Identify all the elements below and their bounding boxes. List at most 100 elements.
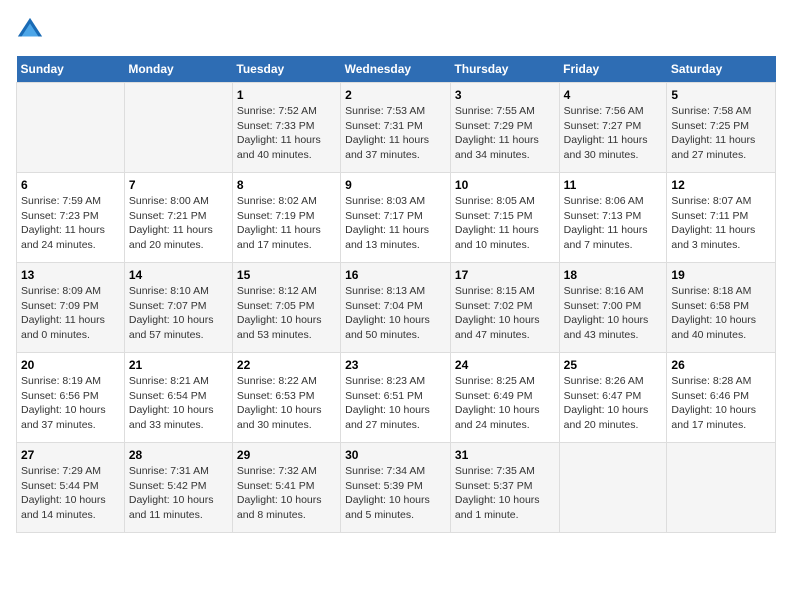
calendar-week-row: 27 Sunrise: 7:29 AMSunset: 5:44 PMDayligh… — [17, 443, 776, 533]
calendar-cell: 19Sunrise: 8:18 AMSunset: 6:58 PMDayligh… — [667, 263, 776, 353]
day-info: Sunrise: 8:00 AMSunset: 7:21 PMDaylight:… — [129, 194, 228, 253]
calendar-week-row: 20 Sunrise: 8:19 AMSunset: 6:56 PMDayligh… — [17, 353, 776, 443]
calendar-cell: 27 Sunrise: 7:29 AMSunset: 5:44 PMDayligh… — [17, 443, 125, 533]
calendar-cell: 13 Sunrise: 8:09 AMSunset: 7:09 PMDayligh… — [17, 263, 125, 353]
day-info: Sunrise: 7:55 AMSunset: 7:29 PMDaylight:… — [455, 104, 555, 163]
logo-icon — [16, 16, 44, 44]
day-number: 9 — [345, 178, 446, 192]
calendar-cell — [17, 83, 125, 173]
day-info: Sunrise: 8:07 AMSunset: 7:11 PMDaylight:… — [671, 194, 771, 253]
day-info: Sunrise: 8:03 AMSunset: 7:17 PMDaylight:… — [345, 194, 446, 253]
calendar-cell: 8 Sunrise: 8:02 AMSunset: 7:19 PMDaylight… — [232, 173, 340, 263]
calendar-cell: 2 Sunrise: 7:53 AMSunset: 7:31 PMDaylight… — [341, 83, 451, 173]
day-info: Sunrise: 8:05 AMSunset: 7:15 PMDaylight:… — [455, 194, 555, 253]
calendar-cell: 24 Sunrise: 8:25 AMSunset: 6:49 PMDayligh… — [450, 353, 559, 443]
day-info: Sunrise: 8:19 AMSunset: 6:56 PMDaylight:… — [21, 374, 120, 433]
day-number: 20 — [21, 358, 120, 372]
day-info: Sunrise: 7:32 AMSunset: 5:41 PMDaylight:… — [237, 464, 336, 523]
day-number: 11 — [564, 178, 663, 192]
calendar-cell: 12Sunrise: 8:07 AMSunset: 7:11 PMDayligh… — [667, 173, 776, 263]
day-number: 1 — [237, 88, 336, 102]
day-number: 27 — [21, 448, 120, 462]
calendar-cell: 9 Sunrise: 8:03 AMSunset: 7:17 PMDaylight… — [341, 173, 451, 263]
day-number: 15 — [237, 268, 336, 282]
day-info: Sunrise: 7:35 AMSunset: 5:37 PMDaylight:… — [455, 464, 555, 523]
logo — [16, 16, 48, 44]
calendar-week-row: 6Sunrise: 7:59 AMSunset: 7:23 PMDaylight… — [17, 173, 776, 263]
calendar-cell: 25 Sunrise: 8:26 AMSunset: 6:47 PMDayligh… — [559, 353, 667, 443]
calendar-cell: 31Sunrise: 7:35 AMSunset: 5:37 PMDayligh… — [450, 443, 559, 533]
column-header-tuesday: Tuesday — [232, 56, 340, 83]
day-info: Sunrise: 7:52 AMSunset: 7:33 PMDaylight:… — [237, 104, 336, 163]
calendar-cell: 10 Sunrise: 8:05 AMSunset: 7:15 PMDayligh… — [450, 173, 559, 263]
page-header — [16, 16, 776, 44]
calendar-cell — [559, 443, 667, 533]
day-info: Sunrise: 8:15 AMSunset: 7:02 PMDaylight:… — [455, 284, 555, 343]
day-info: Sunrise: 7:58 AMSunset: 7:25 PMDaylight:… — [671, 104, 771, 163]
day-info: Sunrise: 7:31 AMSunset: 5:42 PMDaylight:… — [129, 464, 228, 523]
day-info: Sunrise: 8:13 AMSunset: 7:04 PMDaylight:… — [345, 284, 446, 343]
day-info: Sunrise: 8:09 AMSunset: 7:09 PMDaylight:… — [21, 284, 120, 343]
calendar-cell: 28 Sunrise: 7:31 AMSunset: 5:42 PMDayligh… — [124, 443, 232, 533]
day-number: 29 — [237, 448, 336, 462]
calendar-cell: 4Sunrise: 7:56 AMSunset: 7:27 PMDaylight… — [559, 83, 667, 173]
column-header-wednesday: Wednesday — [341, 56, 451, 83]
calendar-cell: 17 Sunrise: 8:15 AMSunset: 7:02 PMDayligh… — [450, 263, 559, 353]
day-number: 24 — [455, 358, 555, 372]
day-info: Sunrise: 8:06 AMSunset: 7:13 PMDaylight:… — [564, 194, 663, 253]
calendar-cell: 22 Sunrise: 8:22 AMSunset: 6:53 PMDayligh… — [232, 353, 340, 443]
day-number: 10 — [455, 178, 555, 192]
column-header-sunday: Sunday — [17, 56, 125, 83]
day-number: 2 — [345, 88, 446, 102]
day-info: Sunrise: 7:53 AMSunset: 7:31 PMDaylight:… — [345, 104, 446, 163]
day-number: 28 — [129, 448, 228, 462]
day-number: 23 — [345, 358, 446, 372]
day-info: Sunrise: 7:34 AMSunset: 5:39 PMDaylight:… — [345, 464, 446, 523]
day-info: Sunrise: 8:12 AMSunset: 7:05 PMDaylight:… — [237, 284, 336, 343]
day-number: 22 — [237, 358, 336, 372]
day-info: Sunrise: 8:10 AMSunset: 7:07 PMDaylight:… — [129, 284, 228, 343]
calendar-week-row: 13 Sunrise: 8:09 AMSunset: 7:09 PMDayligh… — [17, 263, 776, 353]
calendar-cell: 6Sunrise: 7:59 AMSunset: 7:23 PMDaylight… — [17, 173, 125, 263]
calendar-cell: 20 Sunrise: 8:19 AMSunset: 6:56 PMDayligh… — [17, 353, 125, 443]
calendar-cell: 30Sunrise: 7:34 AMSunset: 5:39 PMDayligh… — [341, 443, 451, 533]
day-info: Sunrise: 8:16 AMSunset: 7:00 PMDaylight:… — [564, 284, 663, 343]
day-number: 21 — [129, 358, 228, 372]
calendar-cell: 3 Sunrise: 7:55 AMSunset: 7:29 PMDaylight… — [450, 83, 559, 173]
day-number: 18 — [564, 268, 663, 282]
calendar-cell: 29 Sunrise: 7:32 AMSunset: 5:41 PMDayligh… — [232, 443, 340, 533]
calendar-cell: 1 Sunrise: 7:52 AMSunset: 7:33 PMDaylight… — [232, 83, 340, 173]
calendar-cell: 18 Sunrise: 8:16 AMSunset: 7:00 PMDayligh… — [559, 263, 667, 353]
day-info: Sunrise: 8:25 AMSunset: 6:49 PMDaylight:… — [455, 374, 555, 433]
day-number: 3 — [455, 88, 555, 102]
calendar-cell: 23 Sunrise: 8:23 AMSunset: 6:51 PMDayligh… — [341, 353, 451, 443]
day-number: 7 — [129, 178, 228, 192]
calendar-cell — [124, 83, 232, 173]
calendar-week-row: 1 Sunrise: 7:52 AMSunset: 7:33 PMDaylight… — [17, 83, 776, 173]
day-info: Sunrise: 7:59 AMSunset: 7:23 PMDaylight:… — [21, 194, 120, 253]
day-info: Sunrise: 8:02 AMSunset: 7:19 PMDaylight:… — [237, 194, 336, 253]
calendar-cell: 5 Sunrise: 7:58 AMSunset: 7:25 PMDaylight… — [667, 83, 776, 173]
day-number: 16 — [345, 268, 446, 282]
column-header-monday: Monday — [124, 56, 232, 83]
column-header-saturday: Saturday — [667, 56, 776, 83]
day-number: 14 — [129, 268, 228, 282]
calendar-cell: 26Sunrise: 8:28 AMSunset: 6:46 PMDayligh… — [667, 353, 776, 443]
calendar-cell — [667, 443, 776, 533]
day-info: Sunrise: 8:23 AMSunset: 6:51 PMDaylight:… — [345, 374, 446, 433]
day-number: 5 — [671, 88, 771, 102]
calendar-cell: 16 Sunrise: 8:13 AMSunset: 7:04 PMDayligh… — [341, 263, 451, 353]
calendar-cell: 15 Sunrise: 8:12 AMSunset: 7:05 PMDayligh… — [232, 263, 340, 353]
day-info: Sunrise: 8:22 AMSunset: 6:53 PMDaylight:… — [237, 374, 336, 433]
day-info: Sunrise: 8:26 AMSunset: 6:47 PMDaylight:… — [564, 374, 663, 433]
calendar-cell: 21Sunrise: 8:21 AMSunset: 6:54 PMDayligh… — [124, 353, 232, 443]
day-number: 19 — [671, 268, 771, 282]
day-number: 8 — [237, 178, 336, 192]
day-number: 17 — [455, 268, 555, 282]
day-number: 13 — [21, 268, 120, 282]
day-info: Sunrise: 8:28 AMSunset: 6:46 PMDaylight:… — [671, 374, 771, 433]
column-header-friday: Friday — [559, 56, 667, 83]
column-header-thursday: Thursday — [450, 56, 559, 83]
day-number: 25 — [564, 358, 663, 372]
day-info: Sunrise: 7:29 AMSunset: 5:44 PMDaylight:… — [21, 464, 120, 523]
